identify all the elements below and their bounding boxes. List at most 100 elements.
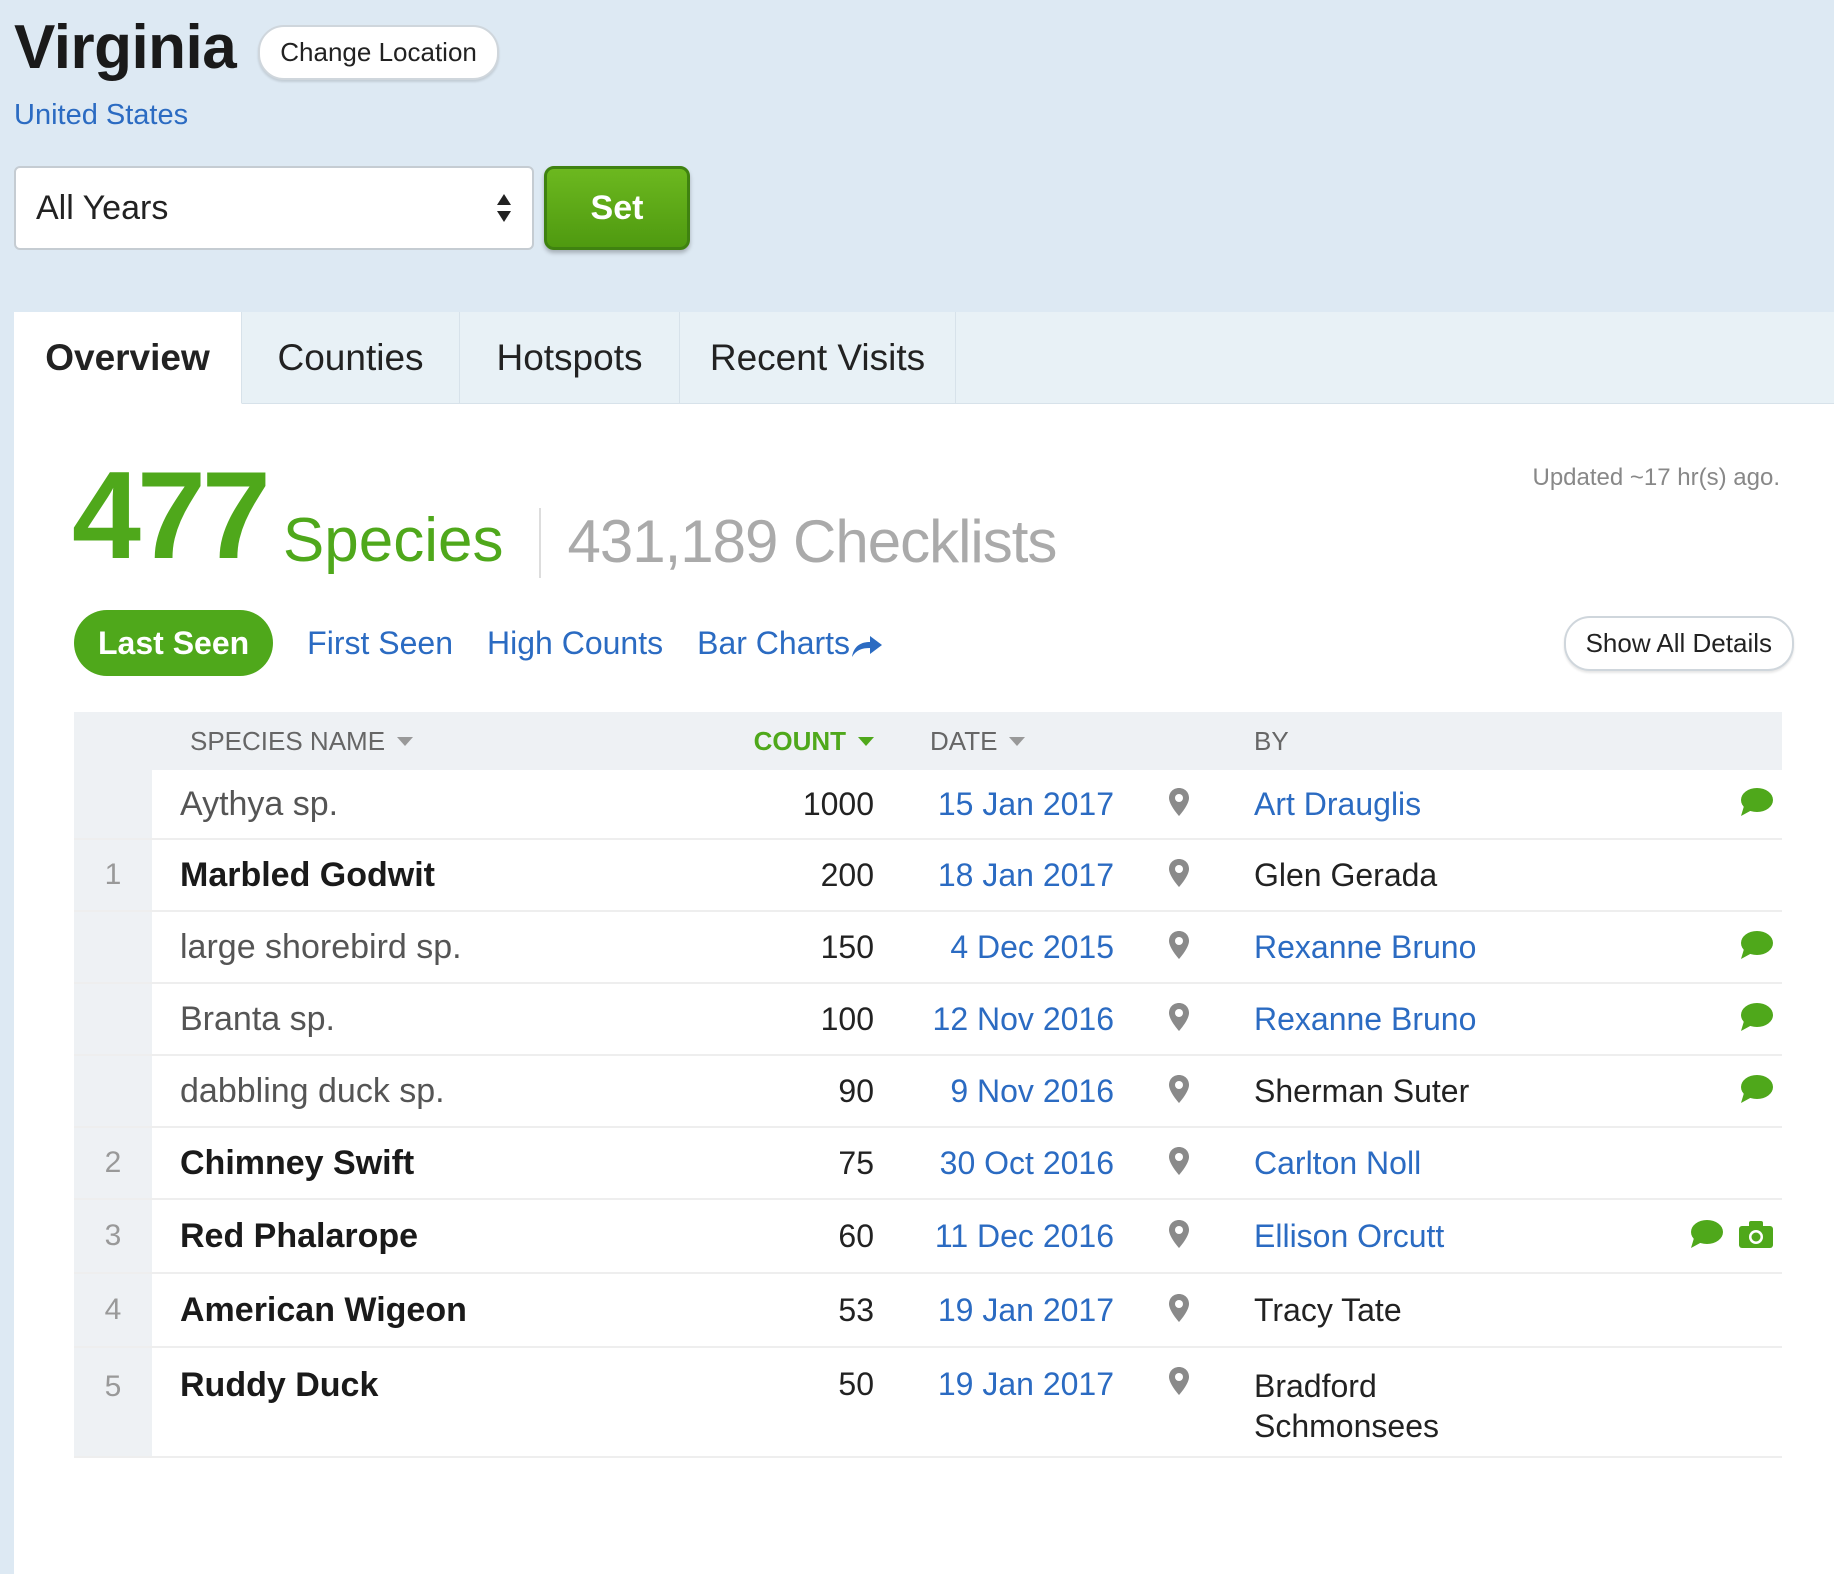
date-link[interactable]: 19 Jan 2017 (874, 1274, 1114, 1346)
date-link[interactable]: 30 Oct 2016 (874, 1128, 1114, 1198)
map-pin-icon[interactable] (1168, 1366, 1190, 1401)
date-header-label: DATE (930, 725, 998, 756)
map-pin-icon[interactable] (1168, 1002, 1190, 1037)
map-pin-icon[interactable] (1168, 1146, 1190, 1181)
species-name[interactable]: American Wigeon (152, 1274, 712, 1346)
date-link[interactable]: 9 Nov 2016 (874, 1056, 1114, 1126)
show-all-details-button[interactable]: Show All Details (1563, 615, 1794, 671)
location-pin-cell[interactable] (1114, 840, 1244, 910)
date-header[interactable]: DATE (874, 726, 1114, 757)
map-pin-icon[interactable] (1168, 1074, 1190, 1109)
overview-panel: Updated ~17 hr(s) ago. 477 Species 431,1… (14, 404, 1834, 1574)
table-row: 2 Chimney Swift 75 30 Oct 2016 Carlton Noll (74, 1128, 1782, 1200)
species-name[interactable]: Ruddy Duck (152, 1348, 712, 1456)
count-cell: 100 (820, 1000, 874, 1037)
change-location-button[interactable]: Change Location (258, 25, 499, 80)
observer-name: Glen Gerada (1254, 857, 1438, 893)
species-name[interactable]: large shorebird sp. (152, 912, 712, 982)
date-link[interactable]: 15 Jan 2017 (874, 770, 1114, 838)
year-select[interactable]: All Years (14, 166, 534, 250)
location-pin-cell[interactable] (1114, 984, 1244, 1054)
date-link[interactable]: 4 Dec 2015 (874, 912, 1114, 982)
map-pin-icon[interactable] (1168, 1293, 1190, 1328)
location-pin-cell[interactable] (1114, 770, 1244, 838)
observer-name[interactable]: Art Drauglis (1244, 770, 1644, 838)
species-name-header[interactable]: SPECIES NAME (152, 726, 712, 757)
table-row: large shorebird sp. 150 4 Dec 2015 Rexanne … (74, 912, 1782, 984)
species-name[interactable]: Marbled Godwit (152, 840, 712, 910)
view-high-counts-label: High Counts (487, 624, 664, 661)
tab-recent-visits[interactable]: Recent Visits (680, 312, 956, 404)
species-name[interactable]: dabbling duck sp. (152, 1056, 712, 1126)
map-pin-icon[interactable] (1168, 1219, 1190, 1254)
stats-divider (539, 508, 542, 578)
rank-cell: 5 (74, 1348, 152, 1456)
comment-icon[interactable] (1738, 1073, 1774, 1110)
observer-name[interactable]: Rexanne Bruno (1244, 912, 1644, 982)
table-header: SPECIES NAME COUNT DATE BY (74, 712, 1782, 770)
location-pin-cell[interactable] (1114, 1274, 1244, 1346)
map-pin-icon[interactable] (1168, 787, 1190, 822)
view-first-seen[interactable]: First Seen (307, 625, 453, 662)
table-row: Aythya sp. 1000 15 Jan 2017 Art Drauglis (74, 770, 1782, 840)
page: Virginia Change Location United States A… (0, 0, 1834, 1574)
row-media-icons (1644, 1056, 1782, 1126)
map-pin-icon[interactable] (1168, 858, 1190, 893)
rank-cell (74, 912, 152, 982)
species-name[interactable]: Branta sp. (152, 984, 712, 1054)
rank-cell: 3 (74, 1200, 152, 1272)
species-name[interactable]: Aythya sp. (152, 770, 712, 838)
observer-name[interactable]: Rexanne Bruno (1244, 984, 1644, 1054)
table-row: 3 Red Phalarope 60 11 Dec 2016 Ellison Orcut… (74, 1200, 1782, 1274)
tab-overview[interactable]: Overview (14, 312, 242, 404)
row-media-icons (1644, 984, 1782, 1054)
location-pin-cell[interactable] (1114, 912, 1244, 982)
rank-cell: 4 (74, 1274, 152, 1346)
location-pin-cell[interactable] (1114, 1200, 1244, 1272)
date-link[interactable]: 19 Jan 2017 (874, 1348, 1114, 1456)
observer-name: Sherman Suter (1254, 1073, 1470, 1109)
map-pin-icon[interactable] (1168, 930, 1190, 965)
tab-hotspots[interactable]: Hotspots (460, 312, 680, 404)
table-row: dabbling duck sp. 90 9 Nov 2016 Sherman Sut… (74, 1056, 1782, 1128)
count-cell: 200 (820, 856, 874, 893)
view-bar-charts[interactable]: Bar Charts (697, 625, 884, 662)
external-arrow-icon (850, 630, 884, 657)
species-table: SPECIES NAME COUNT DATE BY Aythya sp. 100… (74, 712, 1782, 1458)
comment-icon[interactable] (1738, 786, 1774, 823)
location-header: Virginia Change Location United States A… (14, 12, 1814, 312)
set-button[interactable]: Set (544, 166, 690, 250)
species-label: Species (282, 506, 504, 575)
camera-icon[interactable] (1738, 1219, 1774, 1254)
species-name-header-label: SPECIES NAME (190, 725, 386, 756)
rank-cell (74, 770, 152, 838)
location-pin-cell[interactable] (1114, 1056, 1244, 1126)
species-name[interactable]: Chimney Swift (152, 1128, 712, 1198)
date-link[interactable]: 11 Dec 2016 (874, 1200, 1114, 1272)
comment-icon[interactable] (1688, 1218, 1724, 1255)
view-last-seen[interactable]: Last Seen (74, 610, 274, 676)
observer-name[interactable]: Ellison Orcutt (1244, 1200, 1644, 1272)
by-header-label: BY (1254, 725, 1289, 756)
tab-counties[interactable]: Counties (242, 312, 460, 404)
date-link[interactable]: 18 Jan 2017 (874, 840, 1114, 910)
species-name[interactable]: Red Phalarope (152, 1200, 712, 1272)
count-header[interactable]: COUNT (712, 726, 874, 757)
date-link[interactable]: 12 Nov 2016 (874, 984, 1114, 1054)
comment-icon[interactable] (1738, 1001, 1774, 1038)
summary-stats: 477 Species 431,189 Checklists (72, 454, 1057, 578)
view-high-counts[interactable]: High Counts (487, 625, 663, 662)
checklist-count: 431,189 Checklists (567, 508, 1057, 575)
location-pin-cell[interactable] (1114, 1348, 1244, 1456)
count-cell: 90 (838, 1072, 874, 1109)
count-cell: 60 (838, 1217, 874, 1254)
table-row: 1 Marbled Godwit 200 18 Jan 2017 Glen Gerada (74, 840, 1782, 912)
sort-caret-icon (1009, 736, 1026, 746)
count-cell: 1000 (802, 785, 874, 822)
row-media-icons (1644, 912, 1782, 982)
location-pin-cell[interactable] (1114, 1128, 1244, 1198)
year-select-value: All Years (36, 188, 169, 227)
country-link[interactable]: United States (14, 99, 1814, 132)
observer-name[interactable]: Carlton Noll (1244, 1128, 1644, 1198)
comment-icon[interactable] (1738, 929, 1774, 966)
